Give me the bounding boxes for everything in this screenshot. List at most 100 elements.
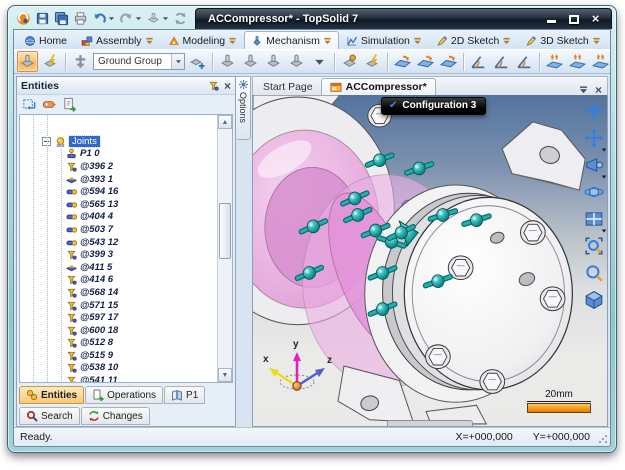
- view-tool-button[interactable]: [584, 101, 604, 121]
- close-button[interactable]: ×: [589, 13, 602, 25]
- tree-scrollbar[interactable]: ▲ ▼: [217, 115, 232, 382]
- qat-button[interactable]: [145, 10, 170, 28]
- toolbar-button[interactable]: [491, 51, 512, 72]
- dropdown-chevron-icon[interactable]: [601, 167, 607, 173]
- view-tool-button[interactable]: [584, 155, 604, 175]
- toolbar-button[interactable]: [438, 51, 459, 72]
- export-icon[interactable]: [62, 97, 77, 112]
- ribbon-chevron-icon[interactable]: [145, 37, 154, 45]
- ribbon-tab[interactable]: Assembly: [74, 31, 161, 49]
- close-document-icon[interactable]: ×: [595, 85, 602, 95]
- panel-tab[interactable]: Entities: [19, 386, 84, 404]
- ribbon-chevron-icon[interactable]: [502, 37, 511, 45]
- toolbar-button[interactable]: [567, 51, 588, 72]
- tree-item-joint[interactable]: @396 2: [20, 160, 217, 173]
- ribbon-tab[interactable]: Visualization: [608, 31, 611, 49]
- tree-item-joint[interactable]: @594 16: [20, 185, 217, 198]
- qat-button[interactable]: [118, 10, 143, 28]
- qat-button[interactable]: [72, 10, 89, 28]
- minimize-button[interactable]: [545, 13, 558, 25]
- tree-item-joint[interactable]: P1 0: [20, 148, 217, 161]
- tree-item-joint[interactable]: @503 7: [20, 223, 217, 236]
- qat-button[interactable]: [34, 10, 51, 28]
- panel-close-icon[interactable]: ×: [224, 81, 231, 91]
- toolbar-button[interactable]: [17, 51, 38, 72]
- ribbon-tab[interactable]: Home: [17, 31, 74, 49]
- toolbar-button[interactable]: [70, 51, 91, 72]
- tree-item-joint[interactable]: @411 5: [20, 261, 217, 274]
- tree-item-joint[interactable]: @543 12: [20, 236, 217, 249]
- options-tab[interactable]: Options: [236, 76, 251, 140]
- toolbar-button[interactable]: [468, 51, 489, 72]
- qat-button[interactable]: [53, 10, 70, 28]
- tree-item-joint[interactable]: @568 14: [20, 286, 217, 299]
- tree-item-joint[interactable]: @512 8: [20, 337, 217, 350]
- toolbar-button[interactable]: [590, 51, 611, 72]
- ribbon-tab[interactable]: 2D Sketch: [429, 31, 518, 49]
- toolbar-button[interactable]: [544, 51, 565, 72]
- toolbar-button[interactable]: [392, 51, 413, 72]
- dropdown-chevron-icon[interactable]: [135, 15, 142, 22]
- ribbon-tab[interactable]: Simulation: [339, 31, 429, 49]
- panel-tab[interactable]: Operations: [85, 386, 163, 404]
- dropdown-chevron-icon[interactable]: [601, 140, 607, 146]
- scroll-up-icon[interactable]: ▲: [218, 115, 232, 129]
- tree-item-joint[interactable]: @597 17: [20, 311, 217, 324]
- tag-icon[interactable]: [42, 97, 57, 112]
- tree-item-joint[interactable]: @571 15: [20, 299, 217, 312]
- 3d-viewport[interactable]: ✔ Configuration 3 x y z: [252, 95, 608, 427]
- toolbar-button[interactable]: [187, 51, 208, 72]
- view-tool-button[interactable]: [584, 209, 604, 229]
- document-tab[interactable]: ACCompressor*: [321, 78, 436, 95]
- tree-item-joint[interactable]: @565 13: [20, 198, 217, 211]
- toolbar-button[interactable]: [514, 51, 535, 72]
- collapsed-panel-handle[interactable]: [387, 420, 473, 426]
- toolbar-button[interactable]: [286, 51, 307, 72]
- ribbon-chevron-icon[interactable]: [228, 37, 237, 45]
- ribbon-chevron-icon[interactable]: [592, 37, 601, 45]
- ribbon-chevron-icon[interactable]: [413, 37, 422, 45]
- ribbon-chevron-icon[interactable]: [323, 37, 332, 45]
- panel-tab[interactable]: P1: [164, 386, 205, 404]
- toolbar-button[interactable]: [240, 51, 261, 72]
- tree-item-joint[interactable]: @538 10: [20, 362, 217, 375]
- toolbar-button[interactable]: [40, 51, 61, 72]
- view-tool-button[interactable]: [584, 236, 604, 256]
- toolbar-button[interactable]: [309, 51, 330, 72]
- toolbar-button[interactable]: [263, 51, 284, 72]
- tree-item-joints[interactable]: Joints: [20, 135, 217, 148]
- view-tool-button[interactable]: [584, 263, 604, 283]
- resize-grip[interactable]: [598, 434, 608, 444]
- tree-scroll-area[interactable]: Joints P1 0 @396 2: [20, 115, 217, 382]
- dropdown-chevron-icon[interactable]: [601, 221, 607, 227]
- tree-item-joint[interactable]: @600 18: [20, 324, 217, 337]
- dropdown-chevron-icon[interactable]: [108, 15, 115, 22]
- tree-item-joint[interactable]: @404 4: [20, 211, 217, 224]
- tree-item-joint[interactable]: @541 11: [20, 374, 217, 382]
- tab-list-icon[interactable]: [579, 86, 588, 94]
- view-tool-button[interactable]: [584, 128, 604, 148]
- ribbon-tab[interactable]: Modeling: [161, 31, 245, 49]
- pin-icon[interactable]: [208, 80, 219, 91]
- tree-item-joint[interactable]: @393 1: [20, 173, 217, 186]
- tree-item-joint[interactable]: @515 9: [20, 349, 217, 362]
- panel-tab[interactable]: Search: [19, 407, 80, 425]
- toolbar-button[interactable]: [415, 51, 436, 72]
- scrollbar-thumb[interactable]: [219, 203, 231, 259]
- qat-button[interactable]: [91, 10, 116, 28]
- reorder-icon[interactable]: [22, 97, 37, 112]
- qat-button[interactable]: [15, 10, 32, 28]
- view-tool-button[interactable]: [584, 182, 604, 202]
- toolbar-button[interactable]: [362, 51, 383, 72]
- maximize-button[interactable]: [567, 13, 580, 25]
- combobox-arrow[interactable]: [171, 54, 184, 69]
- view-tool-button[interactable]: [584, 290, 604, 310]
- toolbar-button[interactable]: [339, 51, 360, 72]
- panel-tab[interactable]: Changes: [81, 407, 150, 425]
- ribbon-tab[interactable]: 3D Sketch: [518, 31, 607, 49]
- ribbon-tab[interactable]: Mechanism: [244, 31, 339, 49]
- toolbar-button[interactable]: [217, 51, 238, 72]
- document-tab[interactable]: Start Page: [255, 78, 321, 95]
- ground-group-combobox[interactable]: Ground Group: [93, 53, 185, 70]
- scroll-down-icon[interactable]: ▼: [218, 368, 232, 382]
